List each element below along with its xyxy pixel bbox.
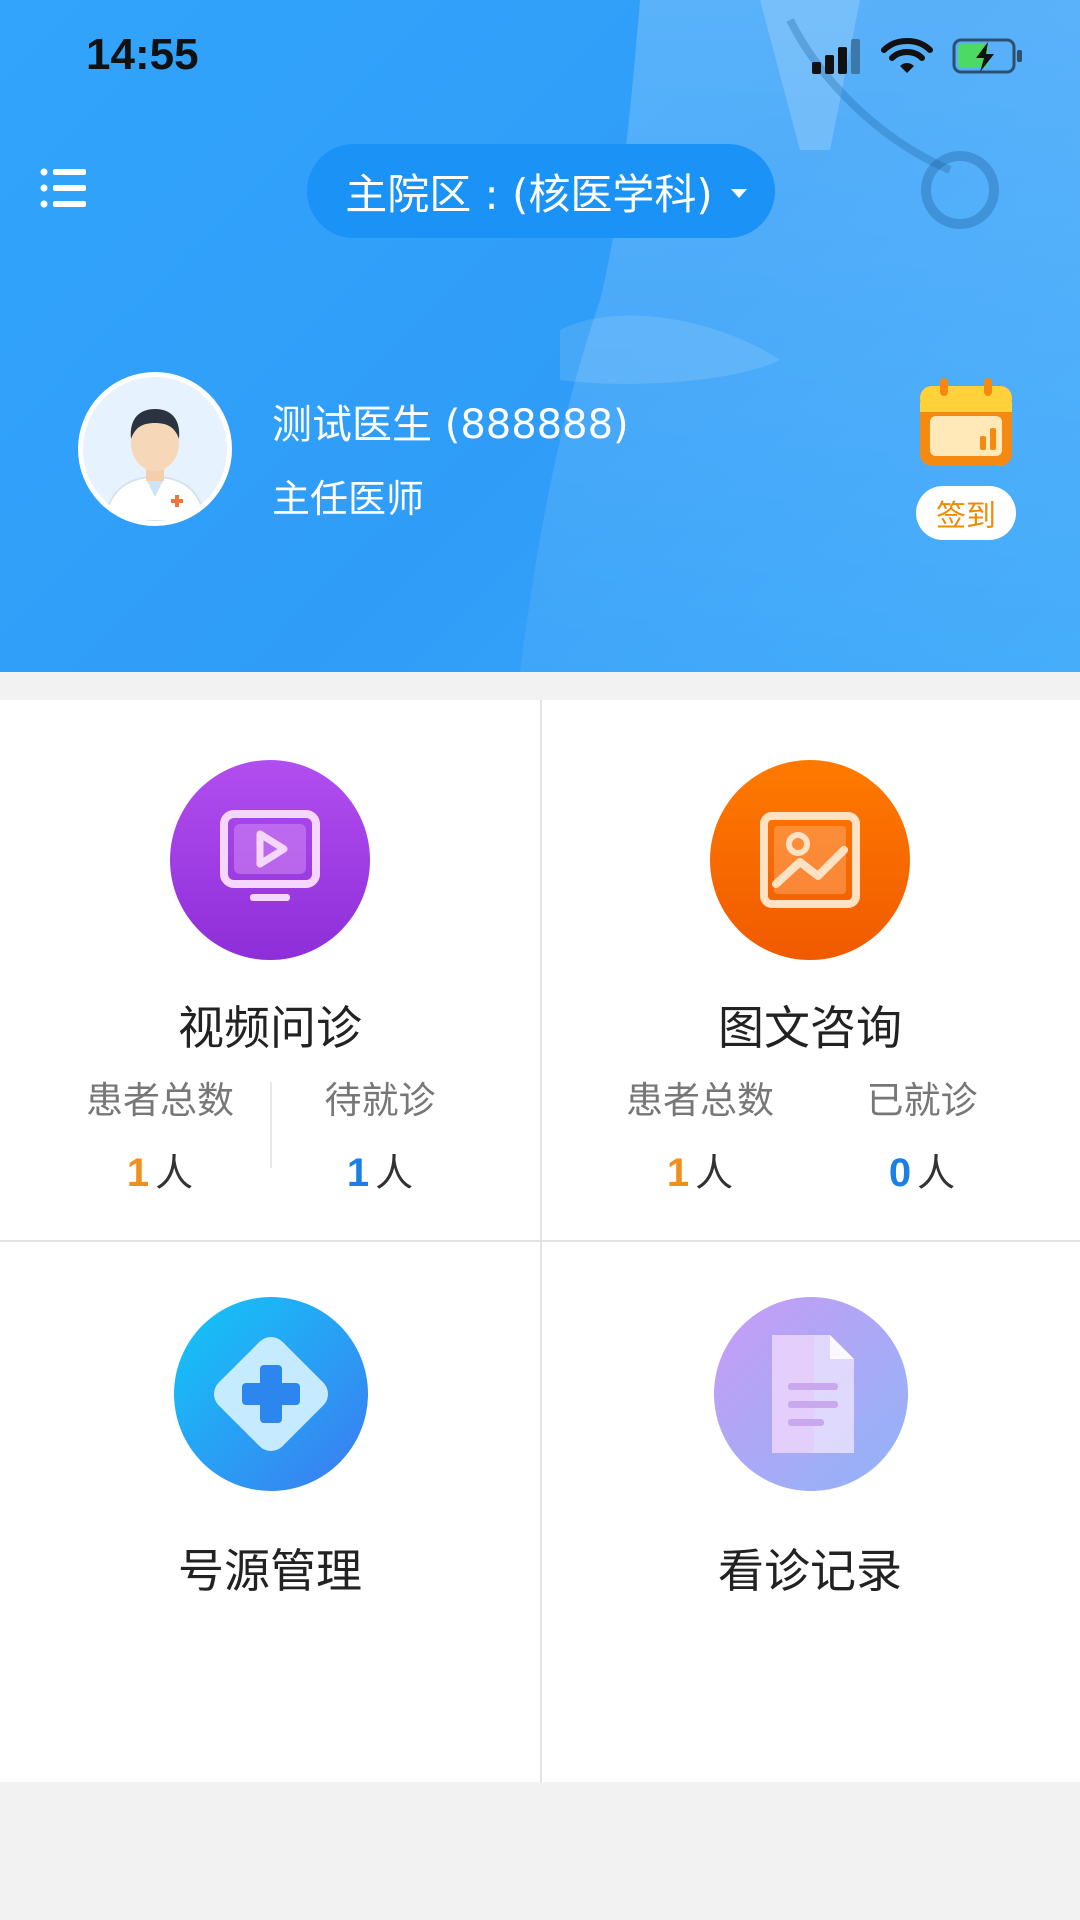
text-stat-total-value: 1 — [666, 1151, 690, 1195]
video-stat-waiting-value: 1 — [346, 1151, 370, 1195]
caret-down-icon — [730, 188, 747, 198]
stat-divider — [270, 1082, 272, 1168]
status-bar: 14:55 — [0, 0, 1080, 110]
text-stat-done-label: 已就诊 — [866, 1079, 978, 1122]
video-stat-waiting: 待就诊 1人 — [280, 1070, 480, 1197]
campus-label: 主院区 : (核医学科) — [345, 169, 713, 219]
video-consult-title: 视频问诊 — [178, 1001, 362, 1055]
records-card[interactable]: 看诊记录 — [540, 1241, 1080, 1781]
text-stat-total: 患者总数 1人 — [600, 1070, 800, 1197]
campus-selector[interactable]: 主院区 : (核医学科) — [307, 144, 775, 238]
battery-icon — [952, 38, 1022, 74]
status-time: 14:55 — [86, 30, 199, 79]
doctor-title: 主任医师 — [272, 477, 425, 521]
bottom-area — [0, 1782, 1080, 1920]
function-grid: 视频问诊 患者总数 1人 待就诊 1人 图文咨询 患者总数 1人 已就诊 0 人… — [0, 700, 1080, 1782]
calendar-icon[interactable] — [916, 378, 1016, 468]
video-stat-waiting-unit: 人 — [375, 1151, 414, 1195]
text-consult-title: 图文咨询 — [718, 1001, 902, 1055]
medical-cross-icon — [213, 1336, 329, 1452]
text-consult-icon-circle — [710, 760, 910, 960]
video-play-icon — [220, 810, 320, 901]
text-stat-done: 已就诊 0人 — [822, 1070, 1022, 1197]
video-stat-total-unit: 人 — [155, 1151, 194, 1195]
avatar[interactable] — [78, 372, 232, 526]
video-consult-card[interactable]: 视频问诊 患者总数 1人 待就诊 1人 — [0, 700, 540, 1240]
text-stat-done-value: 0 — [888, 1151, 912, 1195]
records-title: 看诊记录 — [718, 1544, 902, 1598]
video-stat-total-label: 患者总数 — [86, 1079, 234, 1122]
source-management-card[interactable]: 号源管理 — [0, 1241, 540, 1781]
source-management-icon-circle — [174, 1297, 368, 1491]
wifi-icon — [881, 38, 933, 73]
records-icon-circle — [714, 1297, 908, 1491]
image-chart-icon — [760, 812, 860, 908]
text-stat-total-label: 患者总数 — [626, 1079, 774, 1122]
video-stat-waiting-label: 待就诊 — [324, 1079, 436, 1122]
status-icons — [812, 38, 1022, 74]
video-stat-total: 患者总数 1人 — [60, 1070, 260, 1197]
text-stat-total-unit: 人 — [695, 1151, 734, 1195]
doctor-name: 测试医生 (888888) — [272, 402, 629, 448]
document-icon — [772, 1335, 854, 1453]
header-banner: 14:55 主院区: (核医学科) 测试医生 (888888) 主任医师 签到 — [0, 0, 1080, 672]
checkin-button[interactable]: 签到 — [916, 486, 1016, 540]
text-consult-card[interactable]: 图文咨询 患者总数 1人 已就诊 0人 — [540, 700, 1080, 1240]
video-consult-icon-circle — [170, 760, 370, 960]
text-stat-done-unit: 人 — [917, 1151, 956, 1195]
signal-icon — [812, 39, 860, 74]
doctor-avatar-icon — [83, 377, 227, 521]
source-management-title: 号源管理 — [178, 1544, 362, 1598]
video-stat-total-value: 1 — [126, 1151, 150, 1195]
list-menu-icon[interactable] — [40, 166, 86, 210]
